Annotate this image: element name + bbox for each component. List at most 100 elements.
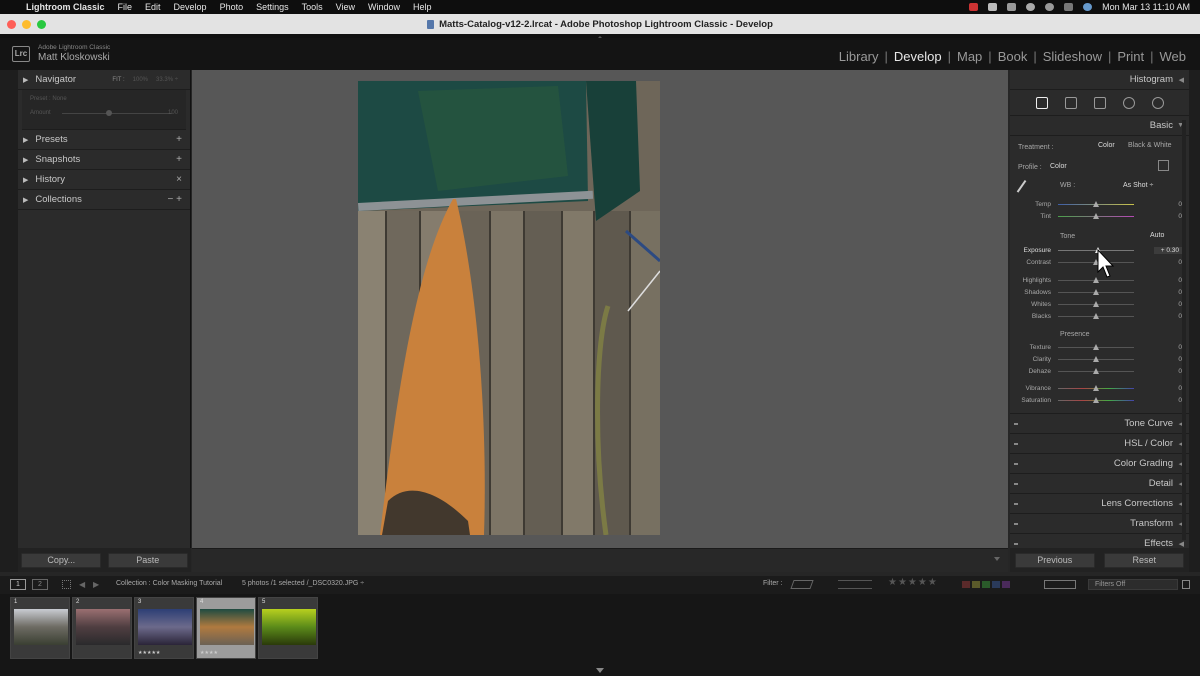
- menu-photo[interactable]: Photo: [220, 2, 244, 12]
- dehaze-thumb[interactable]: [1093, 367, 1099, 374]
- slider-clarity[interactable]: Clarity 0: [1016, 354, 1182, 364]
- panel-switch-icon[interactable]: [1014, 542, 1018, 545]
- vibrance-track[interactable]: [1058, 384, 1134, 391]
- menu-file[interactable]: File: [118, 2, 133, 12]
- back-arrow-icon[interactable]: ◀: [79, 580, 85, 589]
- hsl-color-header[interactable]: HSL / Color◀: [1010, 434, 1189, 454]
- collection-source[interactable]: Collection : Color Masking Tutorial: [116, 580, 222, 587]
- minimize-window-icon[interactable]: [22, 20, 31, 29]
- shadows-track[interactable]: [1058, 288, 1134, 295]
- color-grading-header[interactable]: Color Grading◀: [1010, 454, 1189, 474]
- panel-switch-icon[interactable]: [1014, 462, 1018, 465]
- presets-header[interactable]: ▶ Presets +: [18, 130, 190, 150]
- exposure-track[interactable]: [1058, 246, 1134, 253]
- clear-history-icon[interactable]: ×: [176, 174, 182, 185]
- edit-sliders-icon[interactable]: [1035, 96, 1048, 109]
- auto-tone-button[interactable]: Auto: [1150, 232, 1164, 239]
- saturation-track[interactable]: [1058, 396, 1134, 403]
- battery-icon[interactable]: [1007, 3, 1017, 11]
- collections-header[interactable]: ▶ Collections − +: [18, 190, 190, 210]
- transform-header[interactable]: Transform◀: [1010, 514, 1189, 534]
- profile-value[interactable]: Color: [1050, 163, 1067, 170]
- zoom-100[interactable]: 100%: [133, 77, 148, 83]
- panel-switch-icon[interactable]: [1014, 442, 1018, 445]
- crop-icon[interactable]: [1064, 96, 1077, 109]
- amount-slider-knob[interactable]: [106, 110, 112, 116]
- tint-track[interactable]: [1058, 212, 1134, 219]
- healing-icon[interactable]: [1093, 96, 1106, 109]
- slider-texture[interactable]: Texture 0: [1016, 342, 1182, 352]
- color-label-filters[interactable]: [962, 581, 1010, 588]
- whites-thumb[interactable]: [1093, 300, 1099, 307]
- recording-icon[interactable]: [969, 3, 979, 11]
- blacks-track[interactable]: [1058, 312, 1134, 319]
- clarity-track[interactable]: [1058, 355, 1134, 362]
- menu-develop[interactable]: Develop: [174, 2, 207, 12]
- collapse-bottom-arrow-icon[interactable]: [596, 668, 604, 673]
- texture-thumb[interactable]: [1093, 343, 1099, 350]
- module-slideshow[interactable]: Slideshow: [1043, 49, 1102, 64]
- slider-tint[interactable]: Tint 0: [1016, 211, 1182, 221]
- siri-icon[interactable]: [1083, 3, 1093, 11]
- edited-filter-icon[interactable]: [838, 580, 872, 589]
- dehaze-track[interactable]: [1058, 367, 1134, 374]
- module-book[interactable]: Book: [998, 49, 1028, 64]
- exposure-value[interactable]: + 0.30: [1154, 246, 1182, 254]
- menubar-clock[interactable]: Mon Mar 13 11:10 AM: [1102, 2, 1190, 12]
- menu-app-name[interactable]: Lightroom Classic: [26, 2, 105, 12]
- tint-thumb[interactable]: [1093, 212, 1099, 219]
- slider-vibrance[interactable]: Vibrance 0: [1016, 383, 1182, 393]
- treatment-bw[interactable]: Black & White: [1128, 142, 1172, 149]
- saturation-thumb[interactable]: [1093, 396, 1099, 403]
- grid-view-icon[interactable]: [62, 580, 71, 589]
- highlights-track[interactable]: [1058, 276, 1134, 283]
- spotlight-search-icon[interactable]: [1045, 3, 1055, 11]
- creative-cloud-icon[interactable]: [988, 3, 998, 11]
- effects-header[interactable]: Effects ◀: [1010, 534, 1189, 548]
- module-map[interactable]: Map: [957, 49, 982, 64]
- rating-filter-stars[interactable]: ★★★★★: [888, 577, 938, 588]
- basic-header[interactable]: Basic ▼: [1010, 116, 1189, 136]
- kind-filter-icon[interactable]: [1044, 580, 1076, 589]
- forward-arrow-icon[interactable]: ▶: [93, 580, 99, 589]
- filter-lock-icon[interactable]: [1182, 580, 1190, 589]
- slider-whites[interactable]: Whites 0: [1016, 299, 1182, 309]
- tone-curve-header[interactable]: Tone Curve◀: [1010, 414, 1189, 434]
- menu-help[interactable]: Help: [413, 2, 432, 12]
- menu-tools[interactable]: Tools: [302, 2, 323, 12]
- histogram-header[interactable]: Histogram ◀: [1010, 70, 1189, 90]
- slider-temp[interactable]: Temp 0: [1016, 199, 1182, 209]
- slider-blacks[interactable]: Blacks 0: [1016, 311, 1182, 321]
- add-snapshot-icon[interactable]: +: [176, 154, 182, 165]
- menu-view[interactable]: View: [336, 2, 355, 12]
- vibrance-thumb[interactable]: [1093, 384, 1099, 391]
- module-develop[interactable]: Develop: [894, 49, 942, 64]
- module-print[interactable]: Print: [1117, 49, 1144, 64]
- slider-dehaze[interactable]: Dehaze 0: [1016, 366, 1182, 376]
- paste-button[interactable]: Paste: [107, 552, 188, 568]
- panel-switch-icon[interactable]: [1014, 422, 1018, 425]
- navigator-header[interactable]: ▶ Navigator FIT : 100% 33.3% ÷: [18, 70, 190, 90]
- red-eye-icon[interactable]: [1122, 96, 1135, 109]
- slider-saturation[interactable]: Saturation 0: [1016, 395, 1182, 405]
- wb-eyedropper-icon[interactable]: [1016, 179, 1032, 197]
- panel-switch-icon[interactable]: [1014, 482, 1018, 485]
- thumbnail[interactable]: 5: [258, 597, 318, 659]
- menu-settings[interactable]: Settings: [256, 2, 289, 12]
- copy-button[interactable]: Copy...: [21, 552, 102, 568]
- image-canvas[interactable]: [192, 70, 1008, 548]
- masking-icon[interactable]: [1151, 96, 1164, 109]
- thumbnail[interactable]: 2: [72, 597, 132, 659]
- temp-track[interactable]: [1058, 200, 1134, 207]
- close-window-icon[interactable]: [7, 20, 16, 29]
- blacks-thumb[interactable]: [1093, 312, 1099, 319]
- zoom-fit[interactable]: FIT :: [112, 77, 124, 83]
- contrast-track[interactable]: [1058, 258, 1134, 265]
- shadows-thumb[interactable]: [1093, 288, 1099, 295]
- right-panel-scrollbar[interactable]: [1182, 120, 1186, 540]
- whites-track[interactable]: [1058, 300, 1134, 307]
- flag-filter-icon[interactable]: [790, 580, 814, 589]
- module-library[interactable]: Library: [839, 49, 879, 64]
- menu-edit[interactable]: Edit: [145, 2, 161, 12]
- thumbnail[interactable]: 1: [10, 597, 70, 659]
